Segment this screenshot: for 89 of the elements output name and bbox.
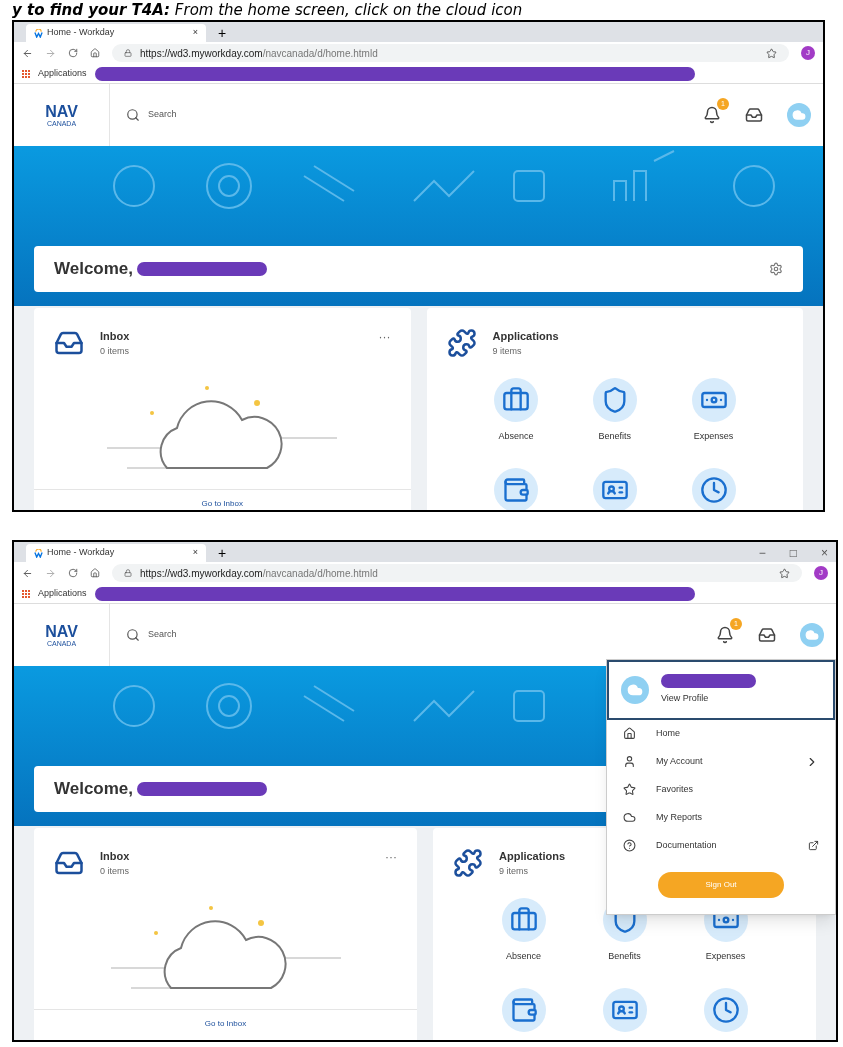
star-icon xyxy=(623,783,636,796)
application-icon xyxy=(501,898,546,942)
item-count: 9 items xyxy=(499,864,529,878)
tab-title: Home - Workday xyxy=(47,546,116,560)
user-icon xyxy=(623,755,636,768)
address-bar[interactable]: https://wd3.myworkday.com/navcanada/d/home.htmld xyxy=(112,564,802,582)
home-icon[interactable] xyxy=(90,568,100,578)
tile-label: Expenses xyxy=(693,430,734,443)
search-field[interactable]: Search xyxy=(126,108,177,122)
instruction-heading: y to find your T4A: From the home screen, click on the cloud icon xyxy=(12,0,524,20)
profile-avatar[interactable]: J xyxy=(801,46,815,60)
notifications-icon[interactable] xyxy=(716,626,734,644)
puzzle-icon xyxy=(453,848,483,878)
reload-icon[interactable] xyxy=(68,568,78,578)
go-to-inbox-link[interactable]: Go to Inbox xyxy=(34,489,411,510)
application-icon xyxy=(493,378,538,422)
card-title: Applications xyxy=(492,329,559,344)
item-count: 0 items xyxy=(100,864,130,878)
application-tile[interactable]: Absence xyxy=(466,378,566,444)
help-icon xyxy=(623,839,636,852)
menu-item[interactable]: Documentation xyxy=(607,831,835,860)
search-field[interactable]: Search xyxy=(126,628,177,642)
apps-grid-icon xyxy=(22,589,30,598)
view-profile-link[interactable]: View Profile xyxy=(661,692,756,706)
window-control[interactable]: □ xyxy=(789,544,797,562)
search-icon xyxy=(126,108,140,122)
tile-label: Absence xyxy=(498,430,534,443)
tile-label: Benefits xyxy=(608,950,641,963)
inbox-icon[interactable] xyxy=(758,626,776,644)
browser-tab[interactable]: Home - Workday × xyxy=(26,24,206,42)
menu-item[interactable]: My Reports xyxy=(607,803,835,832)
item-count: 9 items xyxy=(492,344,523,358)
tab-close[interactable]: × xyxy=(192,26,198,40)
home-icon[interactable] xyxy=(90,48,100,58)
menu-item[interactable]: My Account xyxy=(607,747,835,776)
bookmark-link[interactable]: Applications xyxy=(38,66,87,81)
tile-label: Benefits xyxy=(598,430,631,443)
bookmark-link[interactable]: Applications xyxy=(38,586,87,601)
new-tab-button[interactable]: + xyxy=(218,26,227,42)
notifications-icon[interactable] xyxy=(703,106,721,124)
workday-logo-icon xyxy=(34,548,43,558)
address-bar[interactable]: https://wd3.myworkday.com/navcanada/d/home.htmld xyxy=(112,44,789,62)
more-button[interactable]: ··· xyxy=(385,848,397,878)
settings-icon[interactable] xyxy=(769,262,783,276)
cloud-icon xyxy=(805,628,819,642)
application-icon[interactable] xyxy=(592,467,637,510)
card-title: Applications xyxy=(499,849,565,864)
url-text: https://wd3.myworkday.com/navcanada/d/home.htmld xyxy=(140,46,379,61)
browser-tab[interactable]: Home - Workday × xyxy=(26,544,206,562)
cloud-icon xyxy=(623,811,636,824)
search-icon xyxy=(126,628,140,642)
cloud-icon xyxy=(792,108,806,122)
back-icon[interactable] xyxy=(22,47,33,59)
application-icon xyxy=(691,378,736,422)
item-count: 0 items xyxy=(100,344,130,358)
go-to-inbox-link[interactable]: Go to Inbox xyxy=(34,1009,417,1030)
menu-item[interactable]: Favorites xyxy=(607,775,835,804)
application-tile[interactable]: Benefits xyxy=(565,378,665,444)
application-tile[interactable]: Absence xyxy=(473,898,574,964)
url-text: https://wd3.myworkday.com/navcanada/d/home.htmld xyxy=(140,566,379,581)
workday-logo-icon xyxy=(34,28,43,38)
more-button[interactable]: ··· xyxy=(378,328,391,358)
tab-title: Home - Workday xyxy=(47,26,116,40)
lock-icon xyxy=(124,569,132,577)
window-control[interactable]: × xyxy=(821,544,828,562)
apps-grid-icon xyxy=(22,69,30,78)
lock-icon xyxy=(124,49,132,57)
tile-label: Expenses xyxy=(705,950,746,963)
menu-item[interactable]: Home xyxy=(607,719,835,748)
window-control[interactable]: − xyxy=(758,544,766,562)
welcome-text: Welcome, xyxy=(54,258,134,281)
reload-icon[interactable] xyxy=(68,48,78,58)
card-title: Inbox xyxy=(100,329,131,344)
card-title: Inbox xyxy=(100,849,131,864)
back-icon[interactable] xyxy=(22,567,33,579)
tile-label: Absence xyxy=(506,950,541,963)
puzzle-icon xyxy=(446,328,477,358)
bookmark-star-icon[interactable] xyxy=(766,47,777,59)
application-icon[interactable] xyxy=(691,467,736,510)
welcome-text: Welcome, xyxy=(54,778,134,801)
inbox-icon[interactable] xyxy=(745,106,763,124)
new-tab-button[interactable]: + xyxy=(218,546,227,562)
application-icon[interactable] xyxy=(493,467,538,510)
profile-avatar[interactable]: J xyxy=(814,566,828,580)
bookmark-star-icon[interactable] xyxy=(779,567,790,579)
home-icon xyxy=(623,727,636,740)
application-icon xyxy=(592,378,637,422)
application-tile[interactable]: Expenses xyxy=(664,378,763,444)
tab-close[interactable]: × xyxy=(192,546,198,560)
